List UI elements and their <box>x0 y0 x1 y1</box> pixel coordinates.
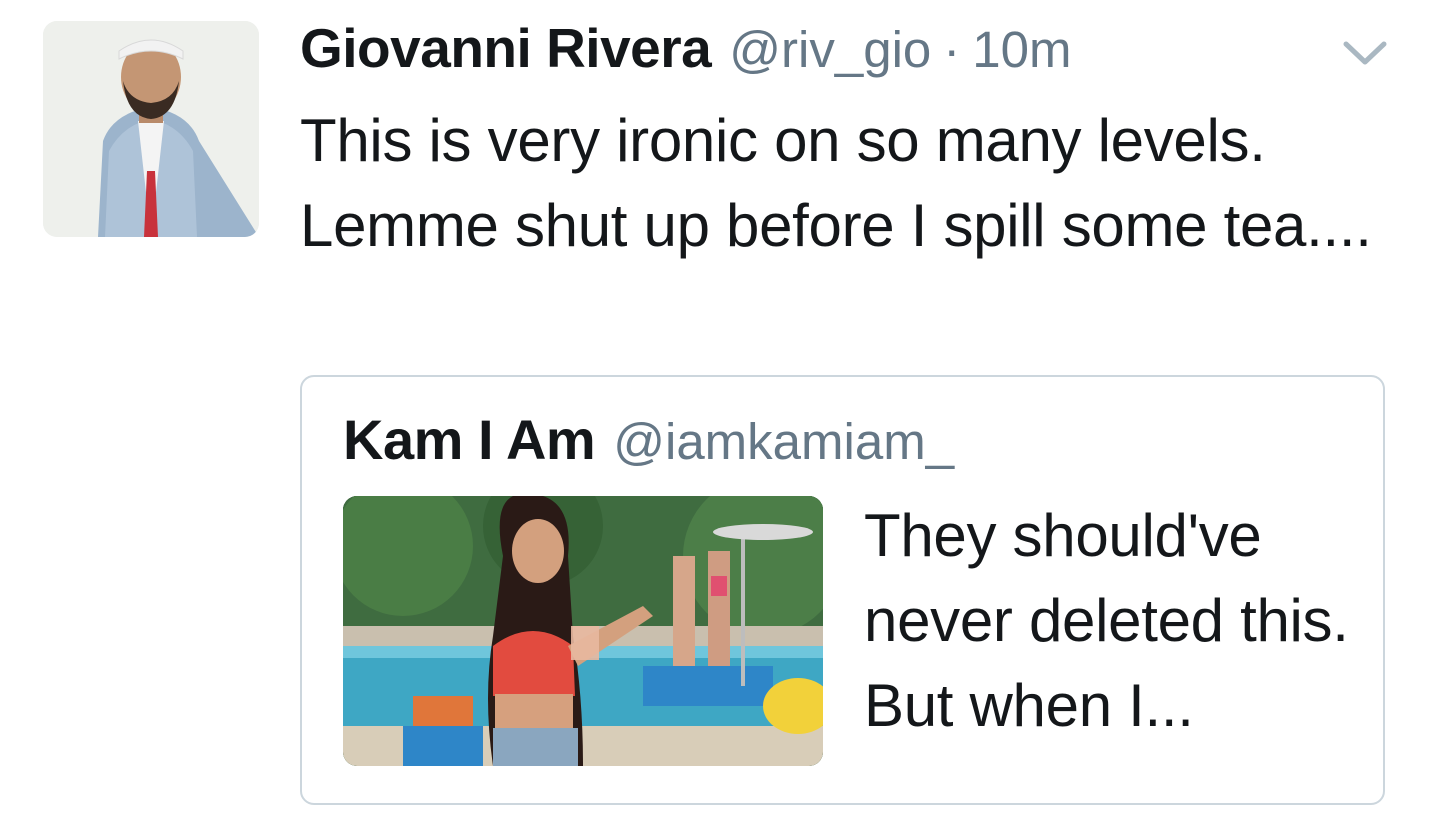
media-image <box>343 496 823 766</box>
author-name[interactable]: Giovanni Rivera <box>300 16 712 80</box>
author-avatar[interactable] <box>43 21 259 237</box>
quoted-tweet-card[interactable]: Kam I Am @iamkamiam_ They should've neve… <box>300 375 1385 805</box>
chevron-down-icon[interactable] <box>1340 34 1390 74</box>
quoted-author-handle: @iamkamiam_ <box>613 413 955 470</box>
quoted-tweet-media[interactable] <box>343 496 823 766</box>
tweet-timestamp[interactable]: 10m <box>972 20 1071 79</box>
separator-dot: · <box>943 21 961 78</box>
quoted-tweet-text: They should've never deleted this. But w… <box>864 502 1349 739</box>
avatar-image <box>43 21 259 237</box>
author-handle[interactable]: @riv_gio <box>729 20 931 79</box>
quoted-tweet-header: Kam I Am @iamkamiam_ <box>343 407 954 472</box>
tweet-text: This is very ironic on so many levels. L… <box>300 107 1372 259</box>
tweet-header: Giovanni Rivera @riv_gio · 10m <box>300 16 1071 86</box>
quoted-author-name: Kam I Am <box>343 408 596 471</box>
